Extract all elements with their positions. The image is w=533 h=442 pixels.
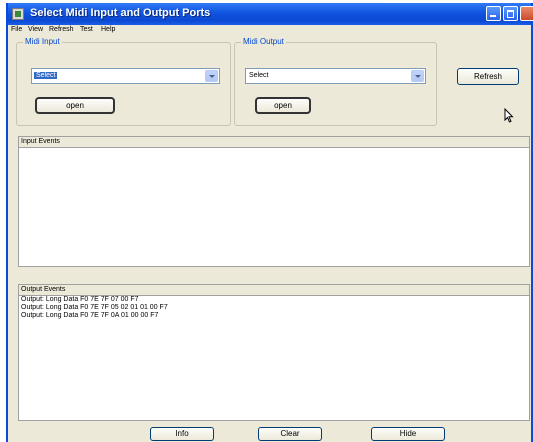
menu-test[interactable]: Test — [80, 26, 93, 33]
input-events-log[interactable] — [19, 148, 529, 266]
log-line: Output: Long Data F0 7E 7F 05 02 01 01 0… — [21, 304, 168, 311]
window-title: Select Midi Input and Output Ports — [30, 7, 211, 19]
menu-refresh[interactable]: Refresh — [49, 26, 74, 33]
midi-input-select-value: Select — [34, 72, 58, 79]
chevron-down-icon[interactable] — [411, 70, 424, 82]
info-button[interactable]: Info — [150, 427, 214, 441]
input-events-panel: Input Events — [18, 136, 530, 267]
midi-input-label: Midi Input — [23, 37, 62, 46]
midi-output-group: Midi Output Select open — [234, 37, 437, 126]
midi-output-select[interactable]: Select — [245, 68, 426, 84]
midi-ports-window: Select Midi Input and Output Ports File … — [6, 3, 533, 442]
log-line: Output: Long Data F0 7E 7F 07 00 F7 — [21, 296, 139, 303]
midi-input-open-button[interactable]: open — [35, 97, 115, 114]
midi-input-select[interactable]: Select — [31, 68, 220, 84]
minimize-button[interactable] — [486, 6, 501, 21]
clear-button[interactable]: Clear — [258, 427, 322, 441]
menu-bar: File View Refresh Test Help — [8, 25, 531, 37]
menu-file[interactable]: File — [11, 26, 22, 33]
log-line: Output: Long Data F0 7E 7F 0A 01 00 00 F… — [21, 312, 159, 319]
chevron-down-icon[interactable] — [205, 70, 218, 82]
menu-help[interactable]: Help — [101, 26, 115, 33]
maximize-button[interactable] — [503, 6, 518, 21]
app-icon — [12, 8, 24, 20]
close-button[interactable] — [520, 6, 533, 21]
output-events-header: Output Events — [19, 285, 529, 296]
midi-output-label: Midi Output — [241, 37, 286, 46]
title-bar[interactable]: Select Midi Input and Output Ports — [8, 3, 533, 25]
midi-output-select-value: Select — [249, 72, 269, 79]
hide-button[interactable]: Hide — [371, 427, 445, 441]
output-events-log[interactable]: Output: Long Data F0 7E 7F 07 00 F7 Outp… — [19, 296, 529, 420]
input-events-header: Input Events — [19, 137, 529, 148]
midi-input-group: Midi Input Select open — [16, 37, 231, 126]
mouse-cursor-icon — [504, 108, 514, 123]
midi-output-open-button[interactable]: open — [255, 97, 311, 114]
output-events-panel: Output Events Output: Long Data F0 7E 7F… — [18, 284, 530, 421]
refresh-button[interactable]: Refresh — [457, 68, 519, 85]
menu-view[interactable]: View — [28, 26, 43, 33]
